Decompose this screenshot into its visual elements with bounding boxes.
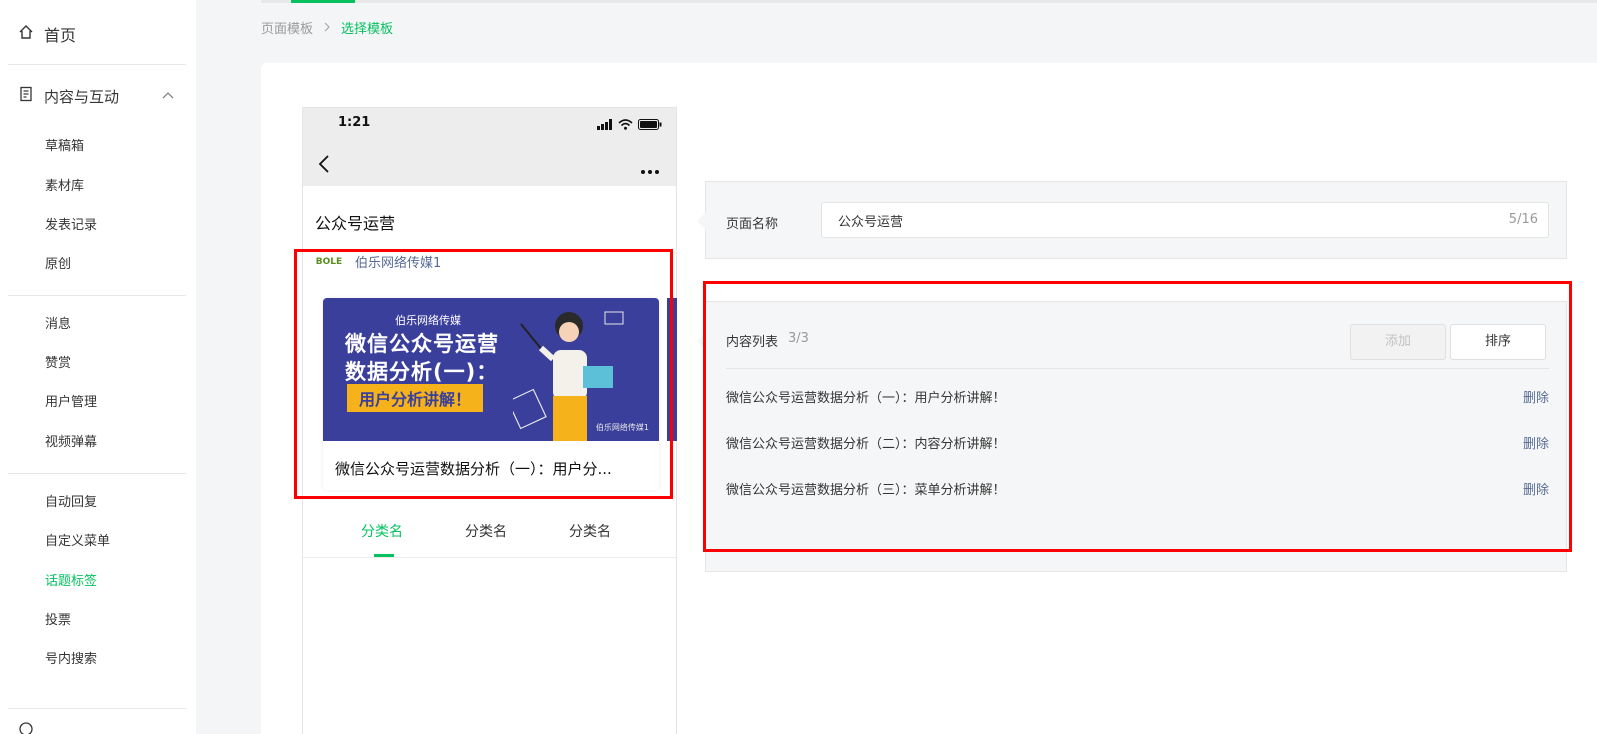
divider	[8, 295, 186, 296]
sidebar-item-auto-reply[interactable]: 自动回复	[45, 493, 97, 513]
divider	[8, 64, 186, 65]
breadcrumb-page-template[interactable]: 页面模板	[261, 18, 313, 37]
settings-icon[interactable]	[18, 720, 34, 734]
wifi-icon	[618, 115, 633, 134]
sidebar-item-messages[interactable]: 消息	[45, 315, 71, 335]
battery-icon	[638, 115, 662, 134]
more-icon[interactable]	[640, 160, 660, 179]
sidebar-item-topic-tags[interactable]: 话题标签	[45, 572, 97, 592]
sidebar-item-search[interactable]: 号内搜索	[45, 650, 97, 670]
top-tab-bar	[261, 0, 1597, 3]
breadcrumb: 页面模板 选择模板	[261, 18, 393, 37]
sidebar-item-appreciation[interactable]: 赞赏	[45, 354, 71, 374]
sidebar-item-users[interactable]: 用户管理	[45, 393, 97, 413]
chevron-up-icon[interactable]	[160, 88, 176, 108]
highlight-box-card	[294, 249, 673, 499]
tab-category-1[interactable]: 分类名	[361, 521, 403, 541]
tab-category-2[interactable]: 分类名	[465, 521, 507, 541]
document-icon	[18, 86, 34, 106]
sidebar-item-label: 首页	[44, 26, 77, 45]
divider	[8, 473, 186, 474]
signal-icon	[597, 115, 613, 134]
page-name-counter: 5/16	[1508, 212, 1538, 227]
status-icons	[597, 115, 662, 134]
top-tab-indicator	[291, 0, 355, 3]
back-icon[interactable]	[317, 154, 331, 178]
sidebar-item-video-danmaku[interactable]: 视频弹幕	[45, 433, 97, 453]
tab-active-indicator	[374, 554, 394, 557]
sidebar-item-custom-menu[interactable]: 自定义菜单	[45, 532, 110, 552]
home-icon	[18, 24, 34, 44]
sidebar-group-label: 内容与互动	[44, 87, 120, 106]
sidebar-item-home[interactable]: 首页	[18, 22, 76, 46]
sidebar-item-vote[interactable]: 投票	[45, 611, 71, 631]
sidebar-item-publish-history[interactable]: 发表记录	[45, 216, 97, 236]
page-name-panel: 页面名称 5/16	[697, 181, 1567, 259]
breadcrumb-current: 选择模板	[341, 22, 394, 37]
highlight-box-list	[703, 281, 1572, 552]
sidebar-group-content[interactable]: 内容与互动	[18, 84, 178, 108]
divider	[8, 708, 186, 709]
page-name-input[interactable]	[821, 202, 1549, 238]
sidebar-item-original[interactable]: 原创	[45, 255, 71, 275]
chevron-right-icon	[323, 21, 331, 35]
phone-page-title: 公众号运营	[315, 214, 396, 233]
sidebar-item-library[interactable]: 素材库	[45, 177, 84, 197]
panel-pointer	[697, 212, 706, 230]
sidebar: 首页 内容与互动 草稿箱 素材库 发表记录 原创 消息 赞赏 用户管理 视频弹幕…	[0, 0, 196, 734]
page-name-label: 页面名称	[726, 217, 779, 232]
category-tabs: 分类名 分类名 分类名	[303, 508, 676, 558]
tab-category-3[interactable]: 分类名	[569, 521, 611, 541]
sidebar-item-drafts[interactable]: 草稿箱	[45, 137, 84, 157]
status-time: 1:21	[338, 115, 371, 130]
